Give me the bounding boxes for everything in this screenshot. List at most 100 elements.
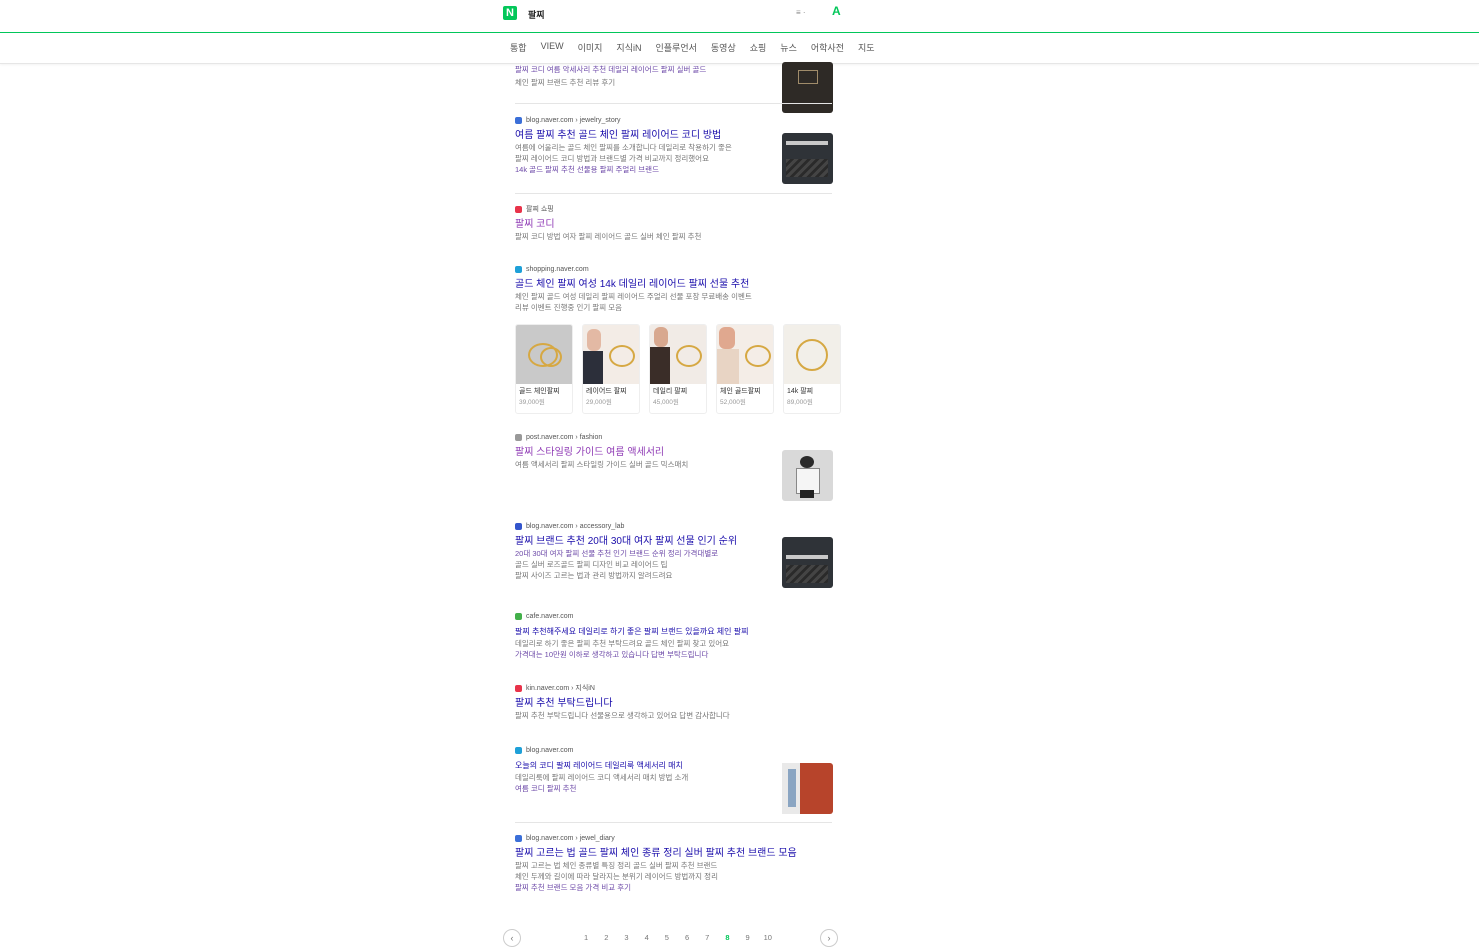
result-title[interactable]: 여름 팔찌 추천 골드 체인 팔찌 레이어드 코디 방법 [515,129,769,142]
result-desc: 팔찌 추천 브랜드 모음 가격 비교 후기 [515,883,632,892]
page-number[interactable]: 9 [738,933,758,942]
page-number[interactable]: 6 [677,933,697,942]
search-result[interactable]: blog.naver.com › jewelry_story 여름 팔찌 추천 … [515,115,833,184]
result-source[interactable]: blog.naver.com › jewelry_story [526,117,621,124]
tab-item[interactable]: 이미지 [578,41,603,54]
current-page-number[interactable]: 8 [717,933,737,942]
result-title[interactable]: 팔찌 브랜드 추천 20대 30대 여자 팔찌 선물 인기 순위 [515,535,769,548]
result-source[interactable]: 팔찌 쇼핑 [526,204,554,214]
result-source[interactable]: cafe.naver.com [526,613,573,620]
site-favicon-icon [515,265,522,273]
divider [515,103,832,104]
site-favicon-icon [515,834,522,842]
search-result[interactable]: blog.naver.com › accessory_lab 팔찌 브랜드 추천… [515,521,833,588]
result-desc: 팔찌 레이어드 코디 방법과 브랜드별 가격 비교까지 정리했어요 [515,154,709,163]
result-title[interactable]: 팔찌 스타일링 가이드 여름 액세서리 [515,446,769,459]
site-favicon-icon [515,684,522,692]
result-desc: 여름에 어울리는 골드 체인 팔찌를 소개합니다 데일리로 착용하기 좋은 [515,143,732,152]
result-title[interactable]: 골드 체인 팔찌 여성 14k 데일리 레이어드 팔찌 선물 추천 [515,278,833,291]
page-number[interactable]: 2 [596,933,616,942]
result-thumbnail[interactable] [782,450,833,501]
product-card[interactable]: 14k 팔찌 89,000원 [783,324,841,414]
tab-item[interactable]: 통합 [510,41,527,54]
result-title[interactable]: 팔찌 코디 [515,218,833,231]
result-desc: 여름 코디 팔찌 추천 [515,784,577,793]
result-source[interactable]: post.naver.com › fashion [526,434,602,441]
menu-text[interactable]: ≡ · [796,8,806,17]
tab-item[interactable]: 쇼핑 [750,41,767,54]
result-desc: 여름 액세서리 팔찌 스타일링 가이드 실버 골드 믹스매치 [515,460,689,469]
result-desc: 가격대는 10만원 이하로 생각하고 있습니다 답변 부탁드립니다 [515,650,709,659]
product-card[interactable]: 레이어드 팔찌 29,000원 [582,324,640,414]
result-title[interactable]: 팔찌 추천 부탁드립니다 [515,697,833,710]
product-image [717,325,773,384]
header-menu[interactable]: ≡ · A [796,4,841,18]
page-number[interactable]: 4 [637,933,657,942]
product-price: 45,000원 [653,399,679,406]
page-number[interactable]: 3 [616,933,636,942]
result-thumbnail[interactable] [782,133,833,184]
product-name: 체인 골드팔찌 [720,388,761,395]
result-source[interactable]: blog.naver.com › jewel_diary [526,835,615,842]
search-result[interactable]: shopping.naver.com 골드 체인 팔찌 여성 14k 데일리 레… [515,264,833,313]
keyboard-icon[interactable]: A [832,4,841,18]
result-title[interactable]: 팔찌 고르는 법 골드 팔찌 체인 종류 정리 실버 팔찌 추천 브랜드 모음 [515,847,833,860]
search-result[interactable]: blog.naver.com 오늘의 코디 팔찌 레이어드 데일리룩 액세서리 … [515,745,833,814]
divider [515,193,832,194]
product-name: 레이어드 팔찌 [586,388,627,395]
page-number[interactable]: 10 [758,933,778,942]
product-price: 89,000원 [787,399,813,406]
result-source[interactable]: kin.naver.com › 지식iN [526,683,595,693]
result-desc: 팔찌 추천 부탁드립니다 선물용으로 생각하고 있어요 답변 감사합니다 [515,711,730,720]
search-result[interactable]: 팔찌 코디 여름 악세사리 추천 데일리 레이어드 팔찌 실버 골드 체인 팔찌… [515,62,833,113]
product-card[interactable]: 골드 체인팔찌 39,000원 [515,324,573,414]
result-title[interactable]: 팔찌 추천해주세요 데일리로 하기 좋은 팔찌 브랜드 있을까요 체인 팔찌 [515,625,833,638]
search-input[interactable]: 팔찌 [528,8,545,21]
product-strip: 골드 체인팔찌 39,000원 레이어드 팔찌 29,000원 데일리 팔찌 4… [515,324,841,414]
search-result[interactable]: post.naver.com › fashion 팔찌 스타일링 가이드 여름 … [515,432,833,501]
result-desc: 14k 골드 팔찌 추천 선물용 팔찌 주얼리 브랜드 [515,165,659,174]
product-name: 14k 팔찌 [787,388,814,395]
result-desc: 골드 실버 로즈골드 팔찌 디자인 비교 레이어드 팁 [515,560,668,569]
result-thumbnail[interactable] [782,62,833,113]
result-thumbnail[interactable] [782,537,833,588]
tab-item[interactable]: 지도 [858,41,875,54]
result-desc: 데일리룩에 팔찌 레이어드 코디 액세서리 매치 방법 소개 [515,773,689,782]
site-favicon-icon [515,116,522,124]
product-price: 52,000원 [720,399,746,406]
tab-item[interactable]: 동영상 [711,41,736,54]
result-desc: 팔찌 사이즈 고르는 법과 관리 방법까지 알려드려요 [515,571,673,580]
search-result[interactable]: kin.naver.com › 지식iN 팔찌 추천 부탁드립니다 팔찌 추천 … [515,683,833,721]
page-number[interactable]: 5 [657,933,677,942]
tab-item[interactable]: VIEW [541,41,564,54]
product-price: 39,000원 [519,399,545,406]
tab-item[interactable]: 인플루언서 [655,41,696,54]
site-favicon-icon [515,205,522,213]
page-number[interactable]: 7 [697,933,717,942]
result-source[interactable]: shopping.naver.com [526,266,589,273]
product-card[interactable]: 체인 골드팔찌 52,000원 [716,324,774,414]
tab-item[interactable]: 지식iN [616,41,641,54]
tab-item[interactable]: 뉴스 [780,41,797,54]
result-desc: 팔찌 고르는 법 체인 종류별 특징 정리 골드 실버 팔찌 추천 브랜드 [515,861,718,870]
result-source[interactable]: blog.naver.com › accessory_lab [526,523,624,530]
site-favicon-icon [515,433,522,441]
prev-page-button[interactable]: ‹ [503,929,521,947]
result-title[interactable]: 오늘의 코디 팔찌 레이어드 데일리룩 액세서리 매치 [515,759,769,772]
page-number[interactable]: 1 [576,933,596,942]
result-thumbnail[interactable] [782,763,833,814]
search-tabs: 통합 VIEW 이미지 지식iN 인플루언서 동영상 쇼핑 뉴스 어학사전 지도 [0,33,1479,64]
site-favicon-icon [515,522,522,530]
search-result[interactable]: blog.naver.com › jewel_diary 팔찌 고르는 법 골드… [515,833,833,893]
search-result[interactable]: cafe.naver.com 팔찌 추천해주세요 데일리로 하기 좋은 팔찌 브… [515,611,833,660]
result-desc: 팔찌 코디 여름 악세사리 추천 데일리 레이어드 팔찌 실버 골드 [515,65,707,74]
result-desc: 체인 팔찌 골드 여성 데일리 팔찌 레이어드 주얼리 선물 포장 무료배송 이… [515,292,752,301]
result-desc: 데일리로 하기 좋은 팔찌 추천 부탁드려요 골드 체인 팔찌 찾고 있어요 [515,639,730,648]
naver-logo[interactable]: N [503,6,517,20]
next-page-button[interactable]: › [820,929,838,947]
result-desc: 리뷰 이벤트 진행중 인기 팔찌 모음 [515,303,623,312]
result-source[interactable]: blog.naver.com [526,747,573,754]
tab-item[interactable]: 어학사전 [811,41,844,54]
search-result[interactable]: 팔찌 쇼핑 팔찌 코디 팔찌 코디 방법 여자 팔찌 레이어드 골드 실버 체인… [515,204,833,242]
product-card[interactable]: 데일리 팔찌 45,000원 [649,324,707,414]
